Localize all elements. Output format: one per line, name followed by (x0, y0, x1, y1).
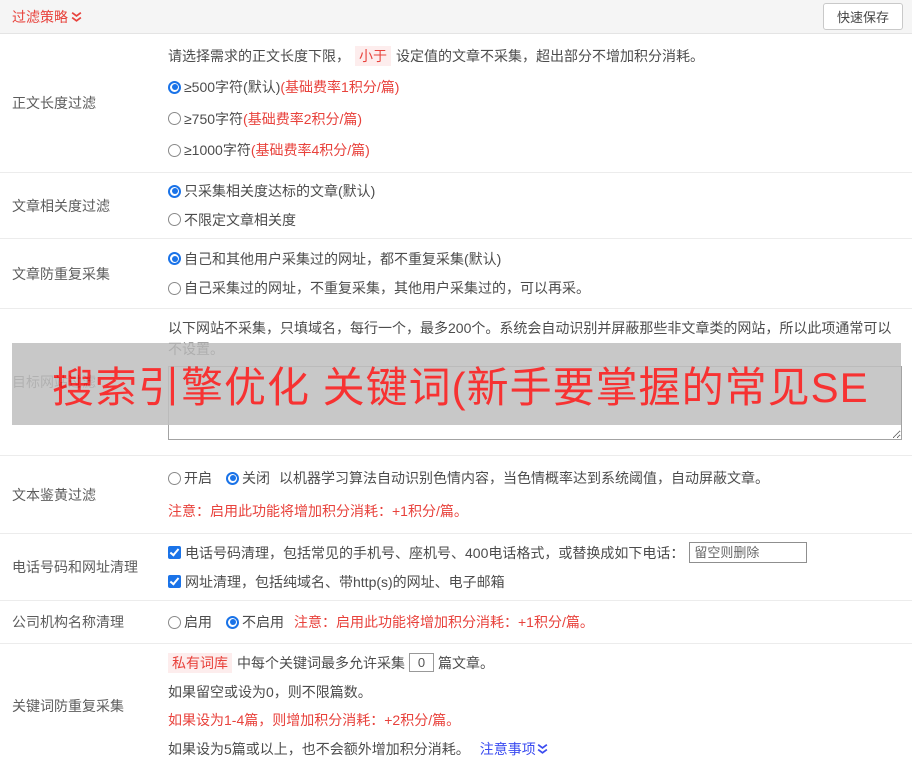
radio-option-disable[interactable]: 不启用 (226, 612, 284, 632)
radio-icon[interactable] (226, 615, 239, 629)
row-label: 电话号码和网址清理 (12, 559, 138, 575)
radio-icon[interactable] (168, 281, 181, 295)
keyword-dedup-note-3: 如果设为5篇或以上，也不会额外增加积分消耗。 (168, 741, 470, 758)
row-label: 文章相关度过滤 (12, 197, 110, 214)
radio-icon[interactable] (168, 112, 181, 126)
radio-option-750[interactable]: ≥750字符 (基础费率2积分/篇) (168, 109, 902, 129)
row-label: 文章防重复采集 (12, 265, 110, 282)
checkbox-icon[interactable] (168, 546, 181, 560)
radio-icon[interactable] (168, 143, 181, 157)
radio-option-1000[interactable]: ≥1000字符 (基础费率4积分/篇) (168, 140, 902, 160)
rate-note: (基础费率2积分/篇) (243, 110, 363, 127)
radio-icon[interactable] (168, 213, 181, 227)
radio-icon[interactable] (168, 615, 181, 629)
section-title: 过滤策略 (12, 8, 68, 25)
notice-link[interactable]: 注意事项 (480, 739, 548, 759)
porn-filter-note: 注意：启用此功能将增加积分消耗：+1积分/篇。 (168, 502, 468, 519)
company-cleanup-note: 注意：启用此功能将增加积分消耗：+1积分/篇。 (294, 614, 594, 630)
row-label: 文本鉴黄过滤 (12, 486, 96, 503)
keyword-dedup-note-2: 如果设为1-4篇，则增加积分消耗：+2积分/篇。 (168, 712, 461, 729)
row-dedup-collect: 文章防重复采集 自己和其他用户采集过的网址，都不重复采集(默认) 自己采集过的网… (0, 239, 912, 309)
radio-icon[interactable] (168, 184, 181, 198)
row-porn-filter: 文本鉴黄过滤 开启 关闭 以机器学习算法自动识别色情内容，当色情概率达到系统阈值… (0, 456, 912, 534)
row-keyword-dedup: 关键词防重复采集 私有词库 中每个关键词最多允许采集 篇文章。 如果留空或设为0… (0, 644, 912, 768)
radio-option-disable[interactable]: 关闭 (226, 468, 270, 488)
radio-option-relevant-only[interactable]: 只采集相关度达标的文章(默认) (168, 181, 902, 201)
row-phone-url-cleanup: 电话号码和网址清理 电话号码清理，包括常见的手机号、座机号、400电话格式，或替… (0, 534, 912, 601)
quick-save-button[interactable]: 快速保存 (822, 3, 903, 30)
rate-note: (基础费率4积分/篇) (250, 142, 370, 159)
private-lexicon-highlight[interactable]: 私有词库 (168, 652, 232, 673)
row-content-length-filter: 正文长度过滤 请选择需求的正文长度下限， 小于 设定值的文章不采集，超出部分不增… (0, 34, 912, 173)
chevron-double-down-icon (537, 744, 548, 755)
checkbox-url-cleanup[interactable]: 网址清理，包括纯域名、带http(s)的网址、电子邮箱 (168, 572, 505, 592)
max-articles-input[interactable] (409, 653, 434, 673)
radio-option-dedup-self[interactable]: 自己采集过的网址，不重复采集，其他用户采集过的，可以再采。 (168, 278, 902, 298)
watermark-text: 搜索引擎优化 关键词(新手要掌握的常见SE (52, 363, 869, 411)
watermark-banner: 搜索引擎优化 关键词(新手要掌握的常见SE (12, 343, 901, 425)
radio-option-dedup-all[interactable]: 自己和其他用户采集过的网址，都不重复采集(默认) (168, 249, 902, 269)
row-label: 正文长度过滤 (12, 95, 96, 111)
chevron-double-down-icon (71, 11, 82, 22)
row-relevance-filter: 文章相关度过滤 只采集相关度达标的文章(默认) 不限定文章相关度 (0, 173, 912, 239)
radio-option-enable[interactable]: 开启 (168, 468, 212, 488)
checkbox-icon[interactable] (168, 575, 181, 589)
radio-icon[interactable] (168, 252, 181, 266)
replacement-phone-input[interactable] (689, 542, 808, 564)
row-label: 公司机构名称清理 (12, 614, 124, 630)
section-header: 过滤策略 快速保存 (0, 0, 912, 34)
radio-option-no-limit[interactable]: 不限定文章相关度 (168, 210, 902, 230)
filter-strategy-page: 过滤策略 快速保存 正文长度过滤 请选择需求的正文长度下限， 小于 设定值的文章… (0, 0, 912, 768)
row-company-name-cleanup: 公司机构名称清理 启用 不启用 注意：启用此功能将增加积分消耗：+1积分/篇。 (0, 601, 912, 644)
content-length-intro: 请选择需求的正文长度下限， 小于 设定值的文章不采集，超出部分不增加积分消耗。 (168, 45, 704, 66)
radio-option-enable[interactable]: 启用 (168, 612, 212, 632)
checkbox-phone-cleanup[interactable]: 电话号码清理，包括常见的手机号、座机号、400电话格式，或替换成如下电话： (168, 543, 684, 563)
radio-icon[interactable] (226, 471, 239, 485)
rate-note: (基础费率1积分/篇) (280, 79, 400, 96)
lt-highlight: 小于 (355, 45, 391, 66)
porn-filter-description: 以机器学习算法自动识别色情内容，当色情概率达到系统阈值，自动屏蔽文章。 (279, 470, 769, 487)
radio-option-500[interactable]: ≥500字符(默认) (基础费率1积分/篇) (168, 77, 902, 97)
row-label: 关键词防重复采集 (12, 698, 124, 714)
radio-icon[interactable] (168, 80, 181, 94)
keyword-dedup-note-1: 如果留空或设为0，则不限篇数。 (168, 683, 372, 700)
radio-icon[interactable] (168, 471, 181, 485)
section-title-toggle[interactable]: 过滤策略 (12, 7, 82, 27)
